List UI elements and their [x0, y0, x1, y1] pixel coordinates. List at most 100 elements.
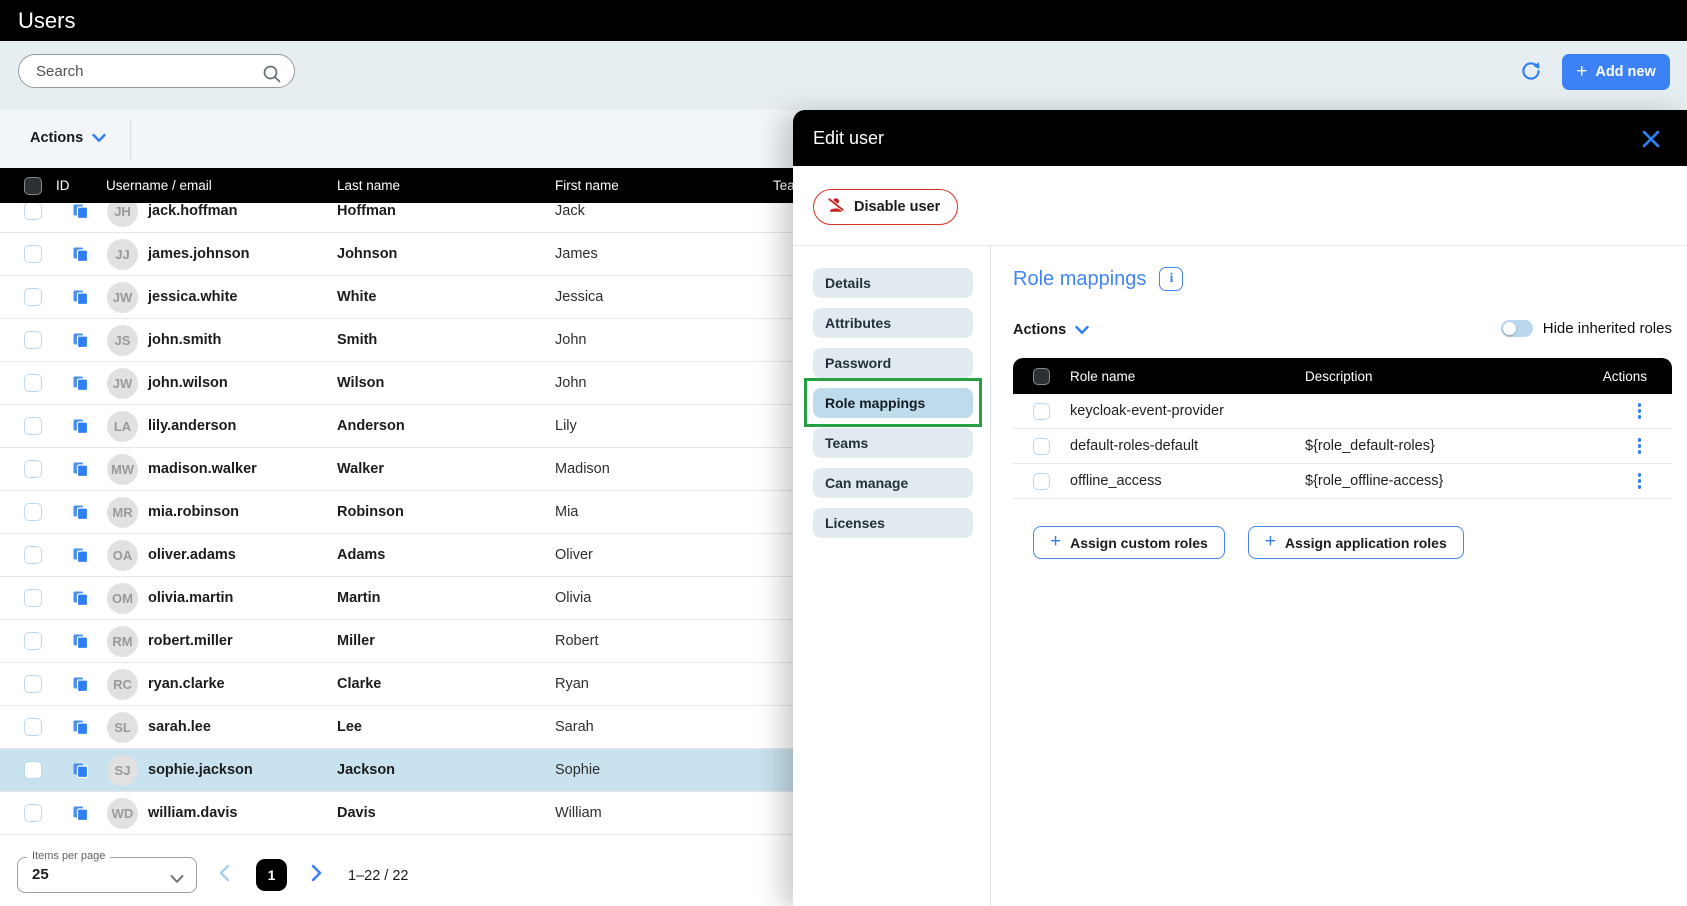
firstname-cell: Jessica: [555, 276, 603, 319]
lastname-cell: Clarke: [337, 663, 381, 706]
copy-id-icon[interactable]: [72, 762, 89, 784]
select-all-checkbox[interactable]: [24, 177, 42, 195]
username-cell: robert.miller: [148, 620, 233, 663]
row-checkbox[interactable]: [24, 288, 42, 306]
role-actions-dropdown[interactable]: Actions: [1013, 322, 1089, 338]
current-page-button[interactable]: 1: [256, 859, 287, 891]
username-cell: sarah.lee: [148, 706, 211, 749]
panel-tab[interactable]: Role mappings: [813, 388, 973, 418]
role-checkbox[interactable]: [1033, 473, 1050, 490]
row-checkbox[interactable]: [24, 718, 42, 736]
row-checkbox[interactable]: [24, 460, 42, 478]
screen: Users + Add new Actions: [0, 0, 1687, 906]
row-checkbox[interactable]: [24, 245, 42, 263]
kebab-menu-icon[interactable]: [1632, 434, 1648, 458]
row-checkbox[interactable]: [24, 589, 42, 607]
assign-buttons-row: + Assign custom roles + Assign applicati…: [1033, 526, 1464, 559]
disable-user-button[interactable]: Disable user: [813, 189, 958, 225]
panel-tab[interactable]: Can manage: [813, 468, 973, 498]
username-cell: sophie.jackson: [148, 749, 253, 792]
firstname-cell: Ryan: [555, 663, 589, 706]
column-header-actions: Actions: [1603, 369, 1647, 384]
role-name-cell: offline_access: [1070, 473, 1305, 489]
role-row[interactable]: offline_access ${role_offline-access}: [1013, 464, 1672, 499]
row-checkbox[interactable]: [24, 546, 42, 564]
row-checkbox[interactable]: [24, 804, 42, 822]
copy-id-icon[interactable]: [72, 461, 89, 483]
copy-id-icon[interactable]: [72, 332, 89, 354]
copy-id-icon[interactable]: [72, 676, 89, 698]
firstname-cell: Olivia: [555, 577, 591, 620]
role-description-cell: ${role_offline-access}: [1305, 473, 1587, 489]
panel-tab-label: Licenses: [825, 515, 885, 531]
row-checkbox[interactable]: [24, 417, 42, 435]
panel-tab[interactable]: Teams: [813, 428, 973, 458]
info-icon[interactable]: i: [1159, 267, 1183, 291]
copy-id-icon[interactable]: [72, 719, 89, 741]
role-row[interactable]: keycloak-event-provider: [1013, 394, 1672, 429]
firstname-cell: Sarah: [555, 706, 594, 749]
panel-tab[interactable]: Details: [813, 268, 973, 298]
avatar: SJ: [107, 755, 138, 786]
panel-tab-label: Teams: [825, 435, 868, 451]
search-box[interactable]: [18, 54, 295, 88]
column-header-description: Description: [1305, 369, 1587, 384]
search-input[interactable]: [34, 62, 258, 81]
plus-icon: +: [1576, 62, 1587, 81]
copy-id-icon[interactable]: [72, 418, 89, 440]
copy-id-icon[interactable]: [72, 375, 89, 397]
actions-dropdown[interactable]: Actions: [30, 130, 106, 146]
role-checkbox[interactable]: [1033, 403, 1050, 420]
plus-icon: +: [1050, 532, 1061, 551]
page-title: Users: [18, 0, 75, 41]
username-cell: john.wilson: [148, 362, 228, 405]
row-checkbox[interactable]: [24, 761, 42, 779]
lastname-cell: Johnson: [337, 233, 397, 276]
hide-inherited-toggle[interactable]: [1501, 320, 1533, 337]
row-checkbox[interactable]: [24, 374, 42, 392]
role-name-cell: default-roles-default: [1070, 438, 1305, 454]
panel-tab[interactable]: Password: [813, 348, 973, 378]
assign-application-roles-button[interactable]: + Assign application roles: [1248, 526, 1464, 559]
row-checkbox[interactable]: [24, 503, 42, 521]
person-off-icon: [827, 196, 845, 218]
kebab-menu-icon[interactable]: [1632, 399, 1648, 423]
row-checkbox[interactable]: [24, 675, 42, 693]
panel-tab-label: Details: [825, 275, 871, 291]
prev-page-icon[interactable]: [218, 864, 230, 887]
row-checkbox[interactable]: [24, 632, 42, 650]
role-actions-label: Actions: [1013, 322, 1066, 338]
copy-id-icon[interactable]: [72, 289, 89, 311]
roles-select-all-checkbox[interactable]: [1033, 368, 1050, 385]
add-new-button[interactable]: + Add new: [1562, 54, 1670, 90]
panel-tab[interactable]: Attributes: [813, 308, 973, 338]
row-checkbox[interactable]: [24, 331, 42, 349]
copy-id-icon[interactable]: [72, 203, 89, 225]
role-row[interactable]: default-roles-default ${role_default-rol…: [1013, 429, 1672, 464]
assign-custom-roles-button[interactable]: + Assign custom roles: [1033, 526, 1225, 559]
role-checkbox[interactable]: [1033, 438, 1050, 455]
chevron-down-icon: [1075, 325, 1089, 335]
copy-id-icon[interactable]: [72, 504, 89, 526]
firstname-cell: Mia: [555, 491, 578, 534]
section-heading: Role mappings i: [1013, 267, 1183, 291]
column-header-firstname: First name: [555, 168, 619, 203]
row-checkbox[interactable]: [24, 202, 42, 220]
next-page-icon[interactable]: [311, 864, 323, 887]
avatar: JS: [107, 325, 138, 356]
kebab-menu-icon[interactable]: [1632, 469, 1648, 493]
copy-id-icon[interactable]: [72, 246, 89, 268]
items-per-page-value: 25: [32, 858, 49, 892]
copy-id-icon[interactable]: [72, 633, 89, 655]
toolbar: + Add new: [0, 41, 1687, 110]
toggle-knob: [1503, 322, 1516, 335]
copy-id-icon[interactable]: [72, 590, 89, 612]
panel-tab[interactable]: Licenses: [813, 508, 973, 538]
refresh-icon[interactable]: [1519, 59, 1543, 83]
items-per-page-select[interactable]: Items per page 25: [17, 857, 197, 893]
lastname-cell: Martin: [337, 577, 381, 620]
copy-id-icon[interactable]: [72, 805, 89, 827]
actions-dropdown-label: Actions: [30, 130, 83, 146]
column-header-username: Username / email: [106, 168, 212, 203]
copy-id-icon[interactable]: [72, 547, 89, 569]
